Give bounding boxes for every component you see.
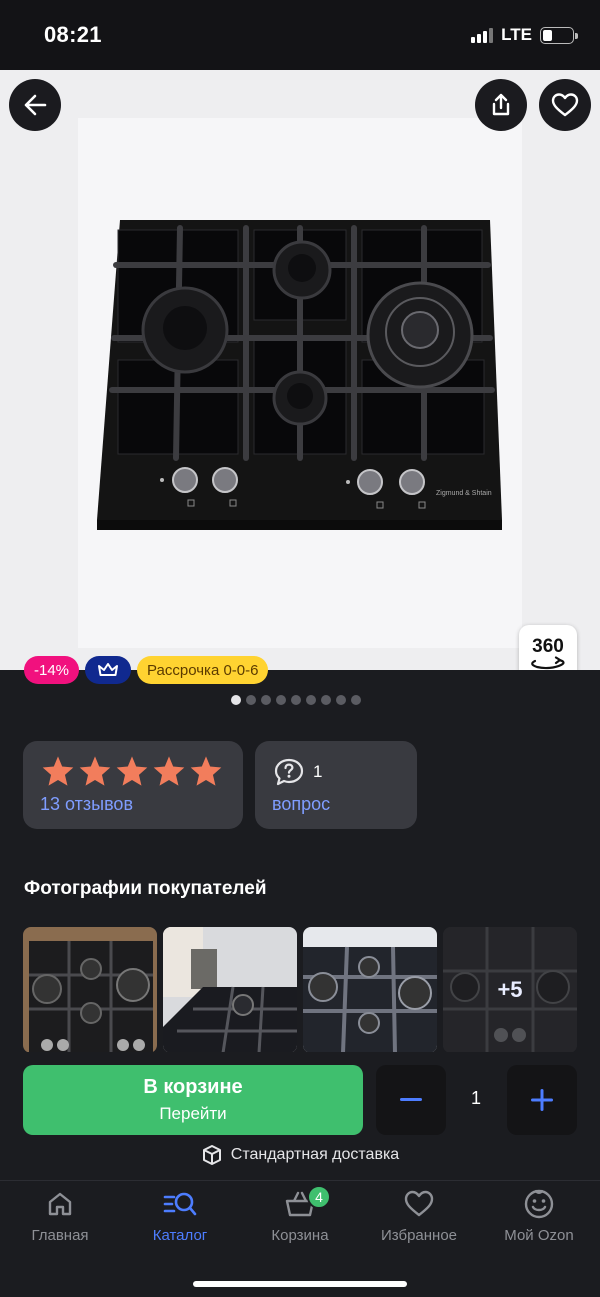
share-icon: [492, 93, 510, 116]
brand-logo-text: Zigmund & Shtain: [436, 490, 492, 497]
tab-home-label: Главная: [31, 1227, 89, 1244]
go-to-cart-button[interactable]: В корзине Перейти: [23, 1065, 363, 1135]
gallery-dot[interactable]: [291, 695, 301, 705]
gallery-dot[interactable]: [261, 695, 271, 705]
product-badges: -14% Рассрочка 0-0-6: [24, 656, 269, 684]
buyer-photo[interactable]: [23, 927, 157, 1053]
tab-catalog[interactable]: Каталог: [120, 1187, 240, 1244]
buyer-photo-more[interactable]: +5: [443, 927, 577, 1053]
premium-badge: [85, 656, 132, 684]
discount-badge: -14%: [24, 656, 80, 684]
question-bubble-icon: [274, 758, 304, 786]
quantity-value: 1: [470, 1088, 481, 1108]
gallery-dot[interactable]: [351, 695, 361, 705]
favorite-button[interactable]: [539, 79, 591, 131]
back-button[interactable]: [9, 79, 61, 131]
decrease-quantity-button[interactable]: [376, 1065, 446, 1135]
buyer-photos-title: Фотографии покупателей: [24, 878, 267, 899]
home-indicator: [193, 1281, 407, 1287]
minus-icon: [400, 1098, 422, 1101]
buyer-photos-list: +5: [23, 927, 577, 1053]
gallery-dot[interactable]: [336, 695, 346, 705]
star-icon: [79, 756, 111, 786]
questions-link[interactable]: вопрос: [272, 794, 330, 815]
gallery-dot[interactable]: [231, 695, 241, 705]
plus-icon: [531, 1089, 553, 1111]
status-time: 08:21: [44, 22, 102, 47]
cart-button-title: В корзине: [143, 1076, 243, 1098]
view-360-label: 360: [532, 636, 564, 657]
buyer-photo[interactable]: [303, 927, 437, 1053]
tab-favorites-label: Избранное: [380, 1227, 458, 1244]
status-bar: 08:21 LTE: [0, 0, 600, 70]
rating-stars: [41, 755, 223, 787]
purchase-bar: В корзине Перейти 1 Стандартная доставка: [0, 1052, 600, 1180]
gallery-dot[interactable]: [306, 695, 316, 705]
catalog-icon: [163, 1192, 197, 1216]
rating-card[interactable]: 13 отзывов: [23, 741, 243, 829]
installment-badge: Рассрочка 0-0-6: [137, 656, 269, 684]
crown-icon: [98, 663, 119, 676]
gallery-dot[interactable]: [321, 695, 331, 705]
questions-count: 1: [313, 762, 323, 781]
more-photos-label: +5: [443, 927, 577, 1053]
battery-icon: [540, 26, 578, 44]
gallery-pagination: [231, 695, 361, 705]
delivery-info[interactable]: Стандартная доставка: [0, 1144, 600, 1166]
tab-cart[interactable]: 4 Корзина: [240, 1185, 360, 1244]
tab-home[interactable]: Главная: [0, 1187, 120, 1244]
star-icon: [116, 756, 148, 786]
product-image-gallery[interactable]: Zigmund & Shtain 360: [0, 70, 600, 670]
questions-card[interactable]: 1 вопрос: [255, 741, 417, 829]
star-icon: [42, 756, 74, 786]
box-icon: [202, 1145, 221, 1165]
bottom-tab-bar: Главная Каталог 4 Корзина Избранное Мой …: [0, 1180, 600, 1297]
star-icon: [153, 756, 185, 786]
tab-favorites[interactable]: Избранное: [359, 1187, 479, 1244]
tab-catalog-label: Каталог: [152, 1227, 208, 1244]
arrow-left-icon: [24, 94, 47, 116]
gallery-dot[interactable]: [276, 695, 286, 705]
share-button[interactable]: [475, 79, 527, 131]
gas-hob-image: Zigmund & Shtain: [97, 220, 502, 530]
profile-icon: [524, 1189, 554, 1219]
star-icon: [190, 756, 222, 786]
cart-button-subtitle: Перейти: [159, 1104, 227, 1123]
reviews-link[interactable]: 13 отзывов: [40, 794, 133, 815]
view-360-button[interactable]: 360: [519, 625, 577, 670]
gallery-dot[interactable]: [246, 695, 256, 705]
delivery-label: Стандартная доставка: [230, 1146, 400, 1163]
tab-profile-label: Мой Ozon: [504, 1227, 574, 1244]
heart-icon: [551, 93, 579, 117]
status-indicators: LTE: [471, 25, 578, 45]
cart-count-badge: 4: [307, 1185, 331, 1209]
increase-quantity-button[interactable]: [507, 1065, 577, 1135]
signal-icon: [471, 27, 494, 43]
rotate-icon: [531, 656, 565, 670]
tab-profile[interactable]: Мой Ozon: [479, 1187, 599, 1244]
heart-icon: [404, 1190, 434, 1217]
network-label: LTE: [501, 25, 532, 44]
buyer-photo[interactable]: [163, 927, 297, 1053]
home-icon: [48, 1192, 72, 1216]
tab-cart-label: Корзина: [271, 1227, 329, 1244]
